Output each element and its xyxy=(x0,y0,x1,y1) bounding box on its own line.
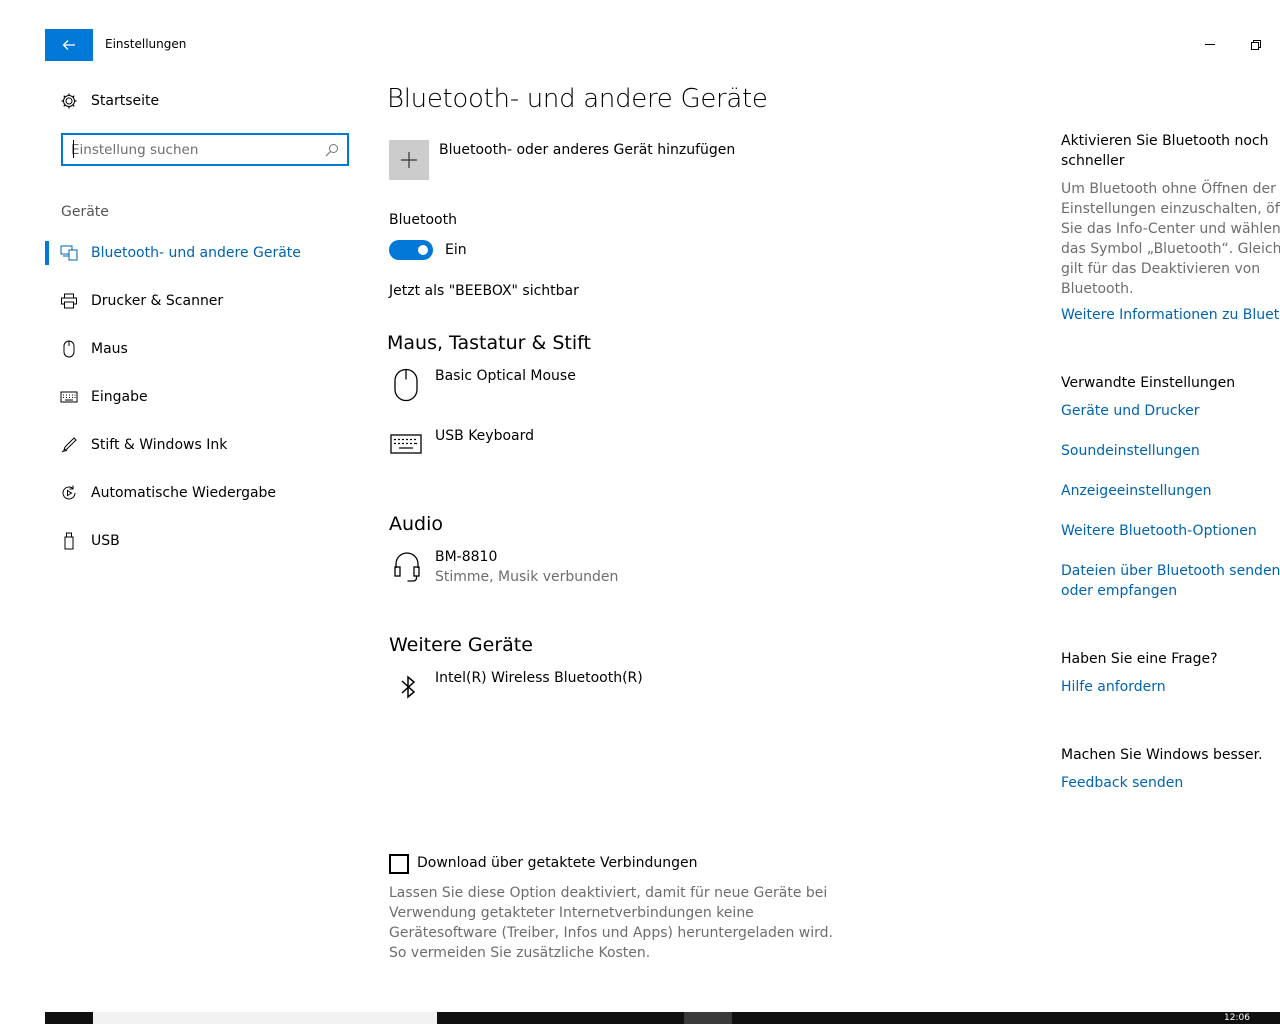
add-device-label[interactable]: Bluetooth- oder anderes Gerät hinzufügen xyxy=(439,142,735,158)
quick-bt-text: gilt für das Deaktivieren von xyxy=(1061,261,1261,277)
group-title-input-devices: Maus, Tastatur & Stift xyxy=(387,332,591,354)
minimize-button[interactable] xyxy=(1190,30,1230,60)
link-sound-settings[interactable]: Soundeinstellungen xyxy=(1061,441,1200,461)
sidebar-item-label: Stift & Windows Ink xyxy=(91,437,228,453)
arrow-left-icon xyxy=(62,39,76,51)
sidebar-item-label: USB xyxy=(91,533,120,549)
gear-icon xyxy=(45,92,91,110)
search-input[interactable] xyxy=(71,140,311,160)
related-settings-heading: Verwandte Einstellungen xyxy=(1061,375,1236,391)
sidebar-item-label: Automatische Wiedergabe xyxy=(91,485,277,501)
minimize-icon xyxy=(1205,44,1215,46)
bluetooth-label: Bluetooth xyxy=(389,212,457,228)
pen-icon xyxy=(45,436,91,454)
bluetooth-toggle[interactable] xyxy=(389,240,433,260)
bluetooth-devices-icon xyxy=(45,245,91,261)
device-name[interactable]: Basic Optical Mouse xyxy=(435,368,576,384)
sidebar-item-label: Drucker & Scanner xyxy=(91,293,224,309)
toggle-knob xyxy=(418,245,428,255)
search-icon[interactable] xyxy=(325,143,339,157)
metered-download-label[interactable]: Download über getaktete Verbindungen xyxy=(417,855,697,871)
sidebar-item-printers[interactable]: Drucker & Scanner xyxy=(45,281,345,321)
sidebar-item-label: Bluetooth- und andere Geräte xyxy=(91,245,301,261)
device-name[interactable]: BM-8810 xyxy=(435,549,497,565)
taskbar-search-box[interactable] xyxy=(93,1012,437,1024)
add-device-button[interactable] xyxy=(389,140,429,180)
sidebar-item-pen[interactable]: Stift & Windows Ink xyxy=(45,425,345,465)
page-title: Bluetooth- und andere Geräte xyxy=(387,84,768,114)
group-title-audio: Audio xyxy=(389,513,444,535)
discoverable-status: Jetzt als "BEEBOX" sichtbar xyxy=(389,283,579,299)
keyboard-icon xyxy=(45,391,91,403)
restore-icon xyxy=(1251,40,1261,50)
bluetooth-icon xyxy=(399,674,417,700)
link-devices-printers[interactable]: Geräte und Drucker xyxy=(1061,401,1200,421)
sidebar-item-bluetooth[interactable]: Bluetooth- und andere Geräte xyxy=(45,233,345,273)
search-field[interactable] xyxy=(61,133,349,166)
quick-bt-text: Bluetooth. xyxy=(1061,281,1134,297)
quick-bt-heading: Aktivieren Sie Bluetooth noch xyxy=(1061,133,1269,149)
metered-download-checkbox[interactable] xyxy=(389,854,409,874)
sidebar-item-autoplay[interactable]: Automatische Wiedergabe xyxy=(45,473,345,513)
question-heading: Haben Sie eine Frage? xyxy=(1061,651,1218,667)
device-name[interactable]: Intel(R) Wireless Bluetooth(R) xyxy=(435,670,643,686)
link-display-settings[interactable]: Anzeigeeinstellungen xyxy=(1061,481,1211,501)
sidebar-item-label: Maus xyxy=(91,341,128,357)
taskbar-clock[interactable]: 12:06 xyxy=(1224,1013,1250,1023)
group-title-other: Weitere Geräte xyxy=(389,634,533,656)
quick-bt-text: das Symbol „Bluetooth“. Gleiches xyxy=(1061,241,1280,257)
device-status: Stimme, Musik verbunden xyxy=(435,569,619,585)
get-help-link[interactable]: Hilfe anfordern xyxy=(1061,677,1166,697)
printer-icon xyxy=(45,293,91,309)
sidebar-item-typing[interactable]: Eingabe xyxy=(45,377,345,417)
usb-icon xyxy=(45,532,91,550)
sidebar-home-label: Startseite xyxy=(91,93,160,109)
taskbar-active-app[interactable] xyxy=(684,1012,732,1024)
sidebar-section-label: Geräte xyxy=(61,204,109,220)
link-send-receive-files[interactable]: oder empfangen xyxy=(1061,581,1177,601)
sidebar-item-mouse[interactable]: Maus xyxy=(45,329,345,369)
bluetooth-info-link[interactable]: Weitere Informationen zu Bluetoo xyxy=(1061,305,1280,325)
autoplay-icon xyxy=(45,484,91,502)
sidebar-home[interactable]: Startseite xyxy=(45,81,345,121)
link-send-receive-files[interactable]: Dateien über Bluetooth senden xyxy=(1061,561,1280,581)
sidebar-item-label: Eingabe xyxy=(91,389,148,405)
quick-bt-text: Einstellungen einzuschalten, öffne xyxy=(1061,201,1280,217)
back-button[interactable] xyxy=(45,29,93,61)
restore-button[interactable] xyxy=(1236,30,1276,60)
keyboard-icon xyxy=(390,434,422,454)
quick-bt-text: Sie das Info-Center und wählen d xyxy=(1061,221,1280,237)
sidebar-item-usb[interactable]: USB xyxy=(45,521,345,561)
plus-icon xyxy=(400,151,418,169)
text-caret xyxy=(73,140,74,158)
quick-bt-heading: schneller xyxy=(1061,153,1125,169)
bluetooth-state: Ein xyxy=(445,242,467,258)
headset-icon xyxy=(393,550,421,584)
device-name[interactable]: USB Keyboard xyxy=(435,428,534,444)
mouse-icon xyxy=(393,368,419,402)
link-more-bluetooth-options[interactable]: Weitere Bluetooth-Optionen xyxy=(1061,521,1257,541)
mouse-icon xyxy=(45,340,91,358)
window-title: Einstellungen xyxy=(105,37,187,51)
quick-bt-text: Um Bluetooth ohne Öffnen der xyxy=(1061,181,1276,197)
metered-download-description: Lassen Sie diese Option deaktiviert, dam… xyxy=(389,885,833,961)
feedback-heading: Machen Sie Windows besser. xyxy=(1061,747,1263,763)
feedback-link[interactable]: Feedback senden xyxy=(1061,773,1183,793)
